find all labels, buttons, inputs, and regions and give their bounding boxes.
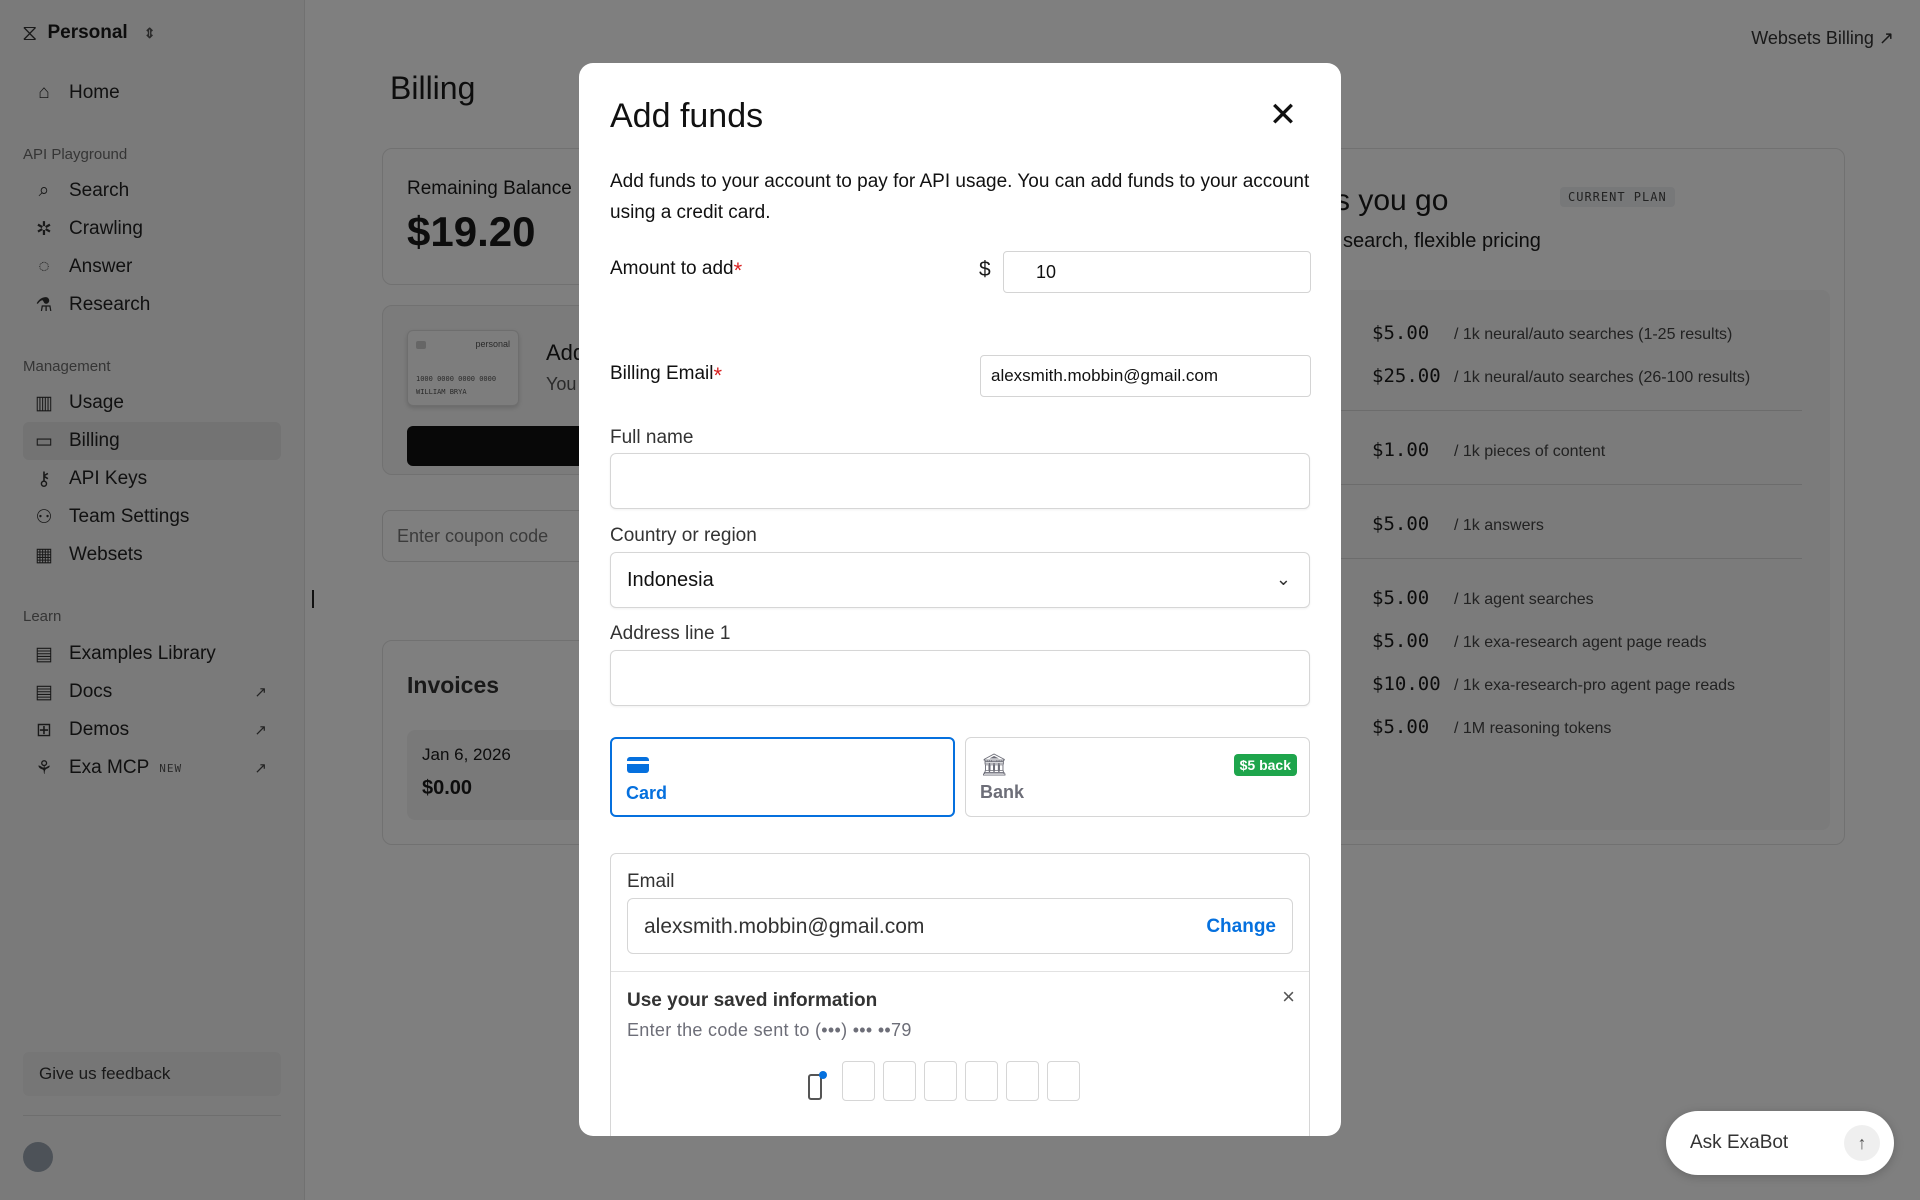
country-select[interactable]: Indonesia ⌄ <box>610 552 1310 608</box>
amount-label: Amount to add* <box>610 258 742 284</box>
payment-method-card-tab[interactable]: Card <box>610 737 955 817</box>
amount-input[interactable] <box>1003 251 1311 293</box>
arrow-up-icon[interactable]: ↑ <box>1844 1125 1880 1161</box>
full-name-input[interactable] <box>610 453 1310 509</box>
address-label: Address line 1 <box>610 623 731 644</box>
billing-email-label: Billing Email* <box>610 363 722 389</box>
full-name-label: Full name <box>610 427 694 448</box>
cashback-badge: $5 back <box>1233 754 1297 776</box>
billing-email-input[interactable] <box>980 355 1311 397</box>
notification-dot-icon <box>819 1071 827 1079</box>
otp-digit-input[interactable] <box>965 1061 998 1101</box>
close-icon[interactable]: × <box>1282 984 1295 1010</box>
ask-exabot-widget[interactable]: Ask ExaBot ↑ <box>1666 1111 1894 1175</box>
currency-symbol: $ <box>979 258 991 281</box>
payment-method-bank-tab[interactable]: 🏛 Bank $5 back <box>965 737 1310 817</box>
billing-email-label-text: Billing Email <box>610 363 714 384</box>
chevron-down-icon: ⌄ <box>1275 569 1291 589</box>
add-funds-modal: Add funds ✕ Add funds to your account to… <box>579 63 1341 1136</box>
amount-label-text: Amount to add <box>610 258 734 279</box>
link-email-label: Email <box>627 871 675 892</box>
bank-icon: 🏛 <box>980 752 1008 777</box>
modal-title: Add funds <box>610 97 764 135</box>
ask-exabot-label: Ask ExaBot <box>1690 1132 1789 1153</box>
link-divider <box>611 971 1309 972</box>
saved-info-subtitle: Enter the code sent to (•••) ••• ••79 <box>627 1020 912 1040</box>
required-asterisk: * <box>733 258 743 283</box>
link-email-field[interactable]: alexsmith.mobbin@gmail.com Change <box>627 898 1293 954</box>
otp-digit-input[interactable] <box>1006 1061 1039 1101</box>
close-icon[interactable]: ✕ <box>1265 97 1301 133</box>
otp-digit-input[interactable] <box>883 1061 916 1101</box>
payment-method-label: Bank <box>980 782 1025 802</box>
saved-info-title: Use your saved information <box>627 990 878 1011</box>
country-value: Indonesia <box>627 568 714 591</box>
credit-card-icon <box>627 757 649 773</box>
payment-method-label: Card <box>626 783 668 803</box>
otp-digit-input[interactable] <box>924 1061 957 1101</box>
required-asterisk: * <box>713 363 723 388</box>
link-email-value: alexsmith.mobbin@gmail.com <box>644 915 925 938</box>
otp-digit-input[interactable] <box>842 1061 875 1101</box>
change-email-link[interactable]: Change <box>1206 916 1276 938</box>
address-line1-input[interactable] <box>610 650 1310 706</box>
country-label: Country or region <box>610 525 757 546</box>
otp-digit-input[interactable] <box>1047 1061 1080 1101</box>
link-authentication-box: Email alexsmith.mobbin@gmail.com Change … <box>610 853 1310 1136</box>
modal-description: Add funds to your account to pay for API… <box>610 171 1310 223</box>
